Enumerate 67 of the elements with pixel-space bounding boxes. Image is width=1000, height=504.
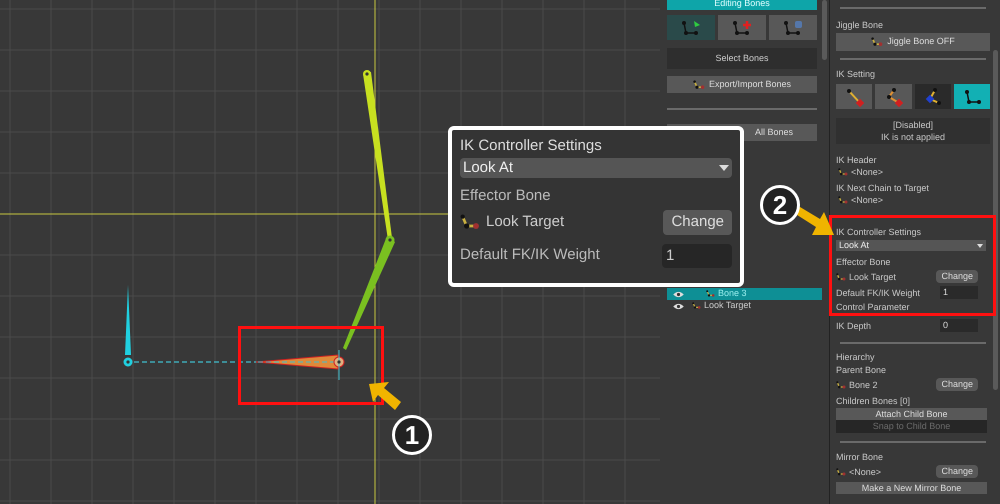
select-bones-button[interactable]: Select Bones: [667, 48, 817, 69]
make-mirror-button[interactable]: Make a New Mirror Bone: [836, 482, 987, 494]
bone-icon: [871, 37, 884, 47]
weight-field[interactable]: 1: [662, 244, 732, 268]
bone-icon: [692, 80, 705, 90]
jiggle-bone-button[interactable]: Jiggle Bone OFF: [836, 33, 990, 51]
bone-drawing[interactable]: [343, 236, 395, 350]
field-label: Default FK/IK Weight: [460, 245, 600, 266]
bone-icon: [706, 290, 715, 298]
change-button[interactable]: Change: [663, 210, 732, 234]
change-button[interactable]: Change: [936, 270, 978, 283]
ik-mode-dropdown[interactable]: Look At: [460, 158, 732, 178]
change-button[interactable]: Change: [936, 378, 978, 391]
field-label: IK Header: [836, 154, 878, 166]
ik-mode-button[interactable]: [954, 84, 990, 109]
bone-list-item[interactable]: Look Target: [667, 300, 822, 312]
export-import-button[interactable]: Export/Import Bones: [667, 76, 817, 93]
field-label: Mirror Bone: [836, 451, 884, 463]
bone-value: Look Target: [849, 270, 896, 282]
bone-icon: [460, 214, 480, 230]
depth-field[interactable]: 0: [940, 319, 978, 332]
field-label: Hierarchy: [836, 351, 876, 363]
eye-icon[interactable]: [673, 302, 684, 310]
field-label: Effector Bone: [836, 256, 892, 268]
weight-field[interactable]: 1: [940, 286, 978, 299]
plus-bone-icon: [731, 18, 753, 36]
bone-list-item[interactable]: Bone 3: [667, 288, 822, 300]
bone-tool-icon: [782, 18, 804, 36]
ik-mode-button[interactable]: [875, 84, 912, 109]
caret-icon: [977, 244, 983, 248]
bone-tool-button[interactable]: [769, 15, 817, 40]
field-label: Default FK/IK Weight: [836, 286, 920, 298]
bone-icon: [838, 168, 848, 176]
bone-icon: [836, 380, 846, 388]
cursor-bone-icon: [680, 18, 702, 36]
change-button[interactable]: Change: [936, 465, 978, 478]
pointer-arrow: [367, 380, 403, 412]
status-text: IK is not applied: [880, 131, 946, 143]
field-label: Control Parameter: [836, 301, 911, 313]
ik-mode-button[interactable]: [836, 84, 872, 109]
field-label: IK Setting: [836, 68, 876, 80]
bone-icon: [836, 272, 846, 280]
selected-bone-drawing[interactable]: [256, 350, 344, 380]
ik-mode-dropdown[interactable]: Look At: [836, 240, 986, 251]
bone-tool-button[interactable]: [718, 15, 766, 40]
bone-icon: [836, 468, 846, 476]
bone-value: Bone 2: [849, 378, 878, 390]
field-label: Children Bones [0]: [836, 395, 912, 407]
bone-icon: [838, 196, 848, 204]
bone-value: <None>: [849, 466, 882, 478]
ik-bone-icon: [844, 86, 864, 106]
status-text: [Disabled]: [892, 119, 934, 131]
field-label: IK Depth: [836, 320, 872, 332]
field-label: Effector Bone: [460, 186, 552, 206]
eye-icon[interactable]: [673, 290, 684, 298]
bone-value: Look Target: [486, 212, 564, 232]
bone-value: <None>: [851, 166, 884, 178]
bone-value: <None>: [851, 194, 884, 206]
attach-child-button[interactable]: Attach Child Bone: [836, 408, 987, 420]
ik-mode-button[interactable]: [914, 84, 951, 109]
field-label: IK Next Chain to Target: [836, 182, 930, 194]
caret-icon: [719, 165, 729, 171]
callout-title: IK Controller Settings: [460, 136, 603, 156]
field-label: Jiggle Bone: [836, 19, 884, 31]
field-label: IK Controller Settings: [836, 226, 922, 238]
bone-icon: [692, 302, 701, 310]
field-label: Parent Bone: [836, 364, 888, 376]
